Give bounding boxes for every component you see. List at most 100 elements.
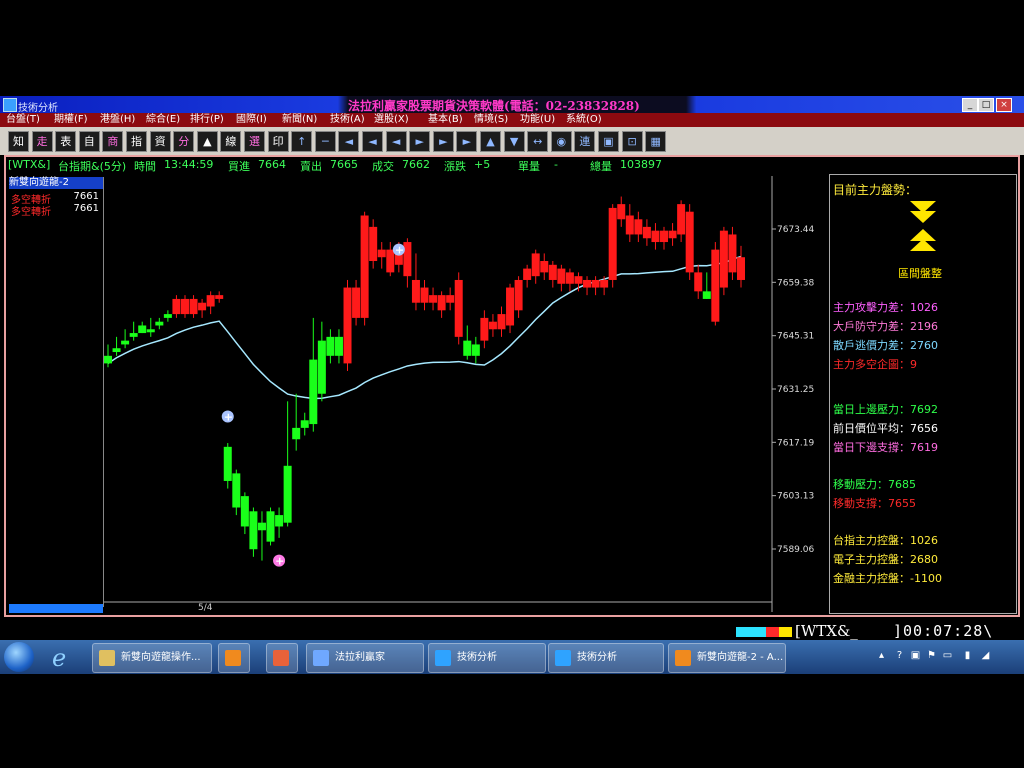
candle-body	[266, 511, 275, 542]
trend-metric: 台指主力控盤：1026	[833, 534, 938, 547]
candle-body	[352, 287, 361, 318]
moving-average-line	[107, 255, 742, 400]
trend-metric: 電子主力控盤：2680	[833, 553, 938, 566]
tray-volume-icon[interactable]: ◢	[980, 650, 991, 661]
candle-body	[257, 522, 266, 531]
candle-body	[660, 230, 669, 243]
candle-body	[317, 340, 326, 394]
trend-panel-title: 目前主力盤勢：	[833, 183, 918, 197]
tray-help-icon[interactable]: ?	[894, 650, 905, 661]
candle-body	[377, 249, 386, 258]
candle-body	[232, 473, 241, 508]
candle-body	[574, 276, 583, 284]
candle-body	[702, 291, 711, 299]
taskbar-app-icon	[273, 650, 289, 666]
candle-body	[240, 496, 249, 527]
candle-body	[334, 336, 343, 356]
candle-body	[608, 207, 617, 280]
candle-body	[189, 298, 198, 315]
y-tick-label: 7645.31	[777, 332, 814, 342]
trend-state-label: 區間盤整	[898, 267, 942, 280]
trend-panel: 目前主力盤勢： 區間盤整 主力攻擊力差：1026 大戶防守力差：2196 散戶逃價力…	[829, 174, 1017, 614]
candle-body	[249, 511, 258, 550]
candle-body	[198, 302, 207, 311]
taskbar-app-icon	[435, 650, 451, 666]
candle-body	[206, 295, 215, 307]
y-tick-label: 7589.06	[777, 545, 814, 555]
candle-body	[514, 279, 523, 311]
candle-body	[420, 287, 429, 303]
candle-body	[600, 279, 609, 288]
candle-body	[163, 314, 172, 318]
candle-body	[386, 249, 395, 273]
candle-body	[497, 314, 506, 330]
candle-body	[719, 230, 728, 288]
trend-metric: 主力多空企圖：9	[833, 358, 917, 371]
candle-body	[343, 287, 352, 364]
candle-body	[677, 204, 686, 235]
candle-body	[583, 279, 592, 288]
status-symbol: [WTX&_	[795, 622, 858, 640]
trend-metric: 主力攻擊力差：1026	[833, 301, 938, 314]
taskbar-button[interactable]: 新雙向遊龍操作...	[92, 643, 212, 673]
signal-marker-plus: +	[224, 410, 233, 423]
taskbar-button[interactable]	[266, 643, 298, 673]
candle-body	[275, 515, 284, 527]
taskbar-label: 技術分析	[577, 652, 617, 663]
candle-body	[112, 348, 121, 353]
taskbar-app-icon	[225, 650, 241, 666]
candle-body	[180, 298, 189, 315]
tray-display-icon[interactable]: ▣	[910, 650, 921, 661]
taskbar-button[interactable]: 法拉利贏家	[306, 643, 424, 673]
candle-body	[138, 325, 147, 334]
candle-body	[104, 355, 112, 364]
candle-body	[523, 268, 532, 280]
y-tick-label: 7603.13	[777, 492, 814, 502]
trend-metric: 當日上邊壓力：7692	[833, 403, 938, 416]
candle-body	[651, 230, 660, 243]
candle-body	[155, 321, 164, 326]
tray-screen-icon[interactable]: ▭	[942, 650, 953, 661]
candle-body	[121, 340, 130, 345]
taskbar-label: 法拉利贏家	[335, 652, 385, 663]
candle-body	[326, 336, 335, 356]
trend-metric: 當日下邊支撐：7619	[833, 441, 938, 454]
taskbar-button[interactable]	[218, 643, 250, 673]
candle-body	[369, 226, 378, 262]
candle-body	[668, 230, 677, 239]
candle-body	[488, 321, 497, 330]
candle-body	[411, 279, 420, 303]
signal-marker-plus: +	[395, 244, 404, 257]
y-tick-label: 7631.25	[777, 385, 814, 395]
trend-metric: 大戶防守力差：2196	[833, 320, 938, 333]
candle-body	[129, 333, 138, 337]
candle-body	[685, 211, 694, 273]
trend-arrows-icon	[910, 201, 936, 251]
tray-flag-icon[interactable]: ⚑	[926, 650, 937, 661]
candle-body	[471, 344, 480, 356]
candle-body	[454, 279, 463, 337]
candle-body	[223, 446, 232, 481]
taskbar-button[interactable]: 技術分析	[548, 643, 664, 673]
ie-icon[interactable]: e	[52, 644, 66, 672]
y-tick-label: 7673.44	[777, 225, 814, 235]
candle-body	[728, 234, 737, 273]
candle-body	[634, 219, 643, 235]
candle-body	[737, 257, 745, 280]
tray-network-icon[interactable]: ▮	[962, 650, 973, 661]
taskbar-app-icon	[675, 650, 691, 666]
tray-arrow-icon[interactable]: ▴	[876, 650, 887, 661]
candle-body	[694, 272, 703, 292]
candle-body	[300, 420, 309, 428]
status-clock: ]00:07:28\	[893, 622, 994, 640]
candle-body	[540, 261, 549, 273]
candle-body	[437, 295, 446, 311]
scroll-indicator[interactable]	[9, 604, 103, 613]
candle-body	[557, 268, 566, 284]
candle-body	[463, 340, 472, 356]
trend-metric: 移動支撐：7655	[833, 497, 916, 510]
start-button[interactable]	[4, 642, 34, 672]
taskbar-app-icon	[555, 650, 571, 666]
taskbar-button[interactable]: 技術分析	[428, 643, 546, 673]
taskbar-button[interactable]: 新雙向遊龍-2 - A...	[668, 643, 786, 673]
